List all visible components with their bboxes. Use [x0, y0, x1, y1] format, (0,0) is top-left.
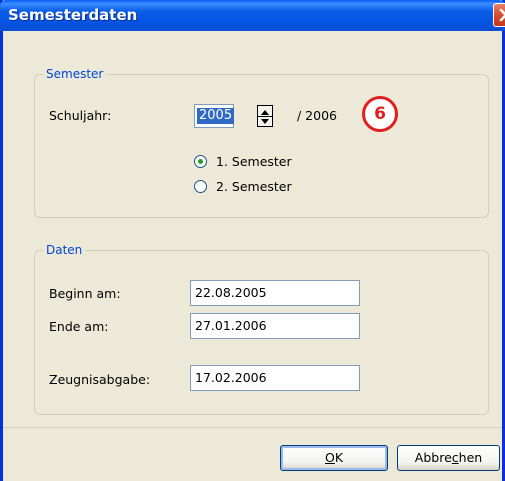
- step-badge: 6: [362, 96, 398, 132]
- radio-selected-dot: [198, 159, 203, 164]
- footer-divider: [3, 427, 502, 428]
- semester-2-radio[interactable]: [194, 180, 207, 193]
- cancel-label-suffix: hen: [458, 450, 483, 465]
- ende-label: Ende am:: [49, 319, 109, 334]
- semester-group: Semester: [34, 67, 489, 218]
- year-end-label: / 2006: [297, 108, 337, 123]
- schuljahr-label: Schuljahr:: [49, 108, 112, 123]
- semester-1-radio[interactable]: [194, 155, 207, 168]
- window-title: Semesterdaten: [8, 6, 138, 24]
- ok-button[interactable]: OK: [280, 445, 388, 471]
- ende-date-field[interactable]: 27.01.2006: [190, 313, 360, 339]
- close-button[interactable]: [493, 3, 505, 27]
- cancel-label-prefix: Abbre: [414, 450, 452, 465]
- close-icon: [499, 8, 505, 22]
- semester-1-label[interactable]: 1. Semester: [216, 154, 292, 169]
- cancel-mnemonic: c: [451, 450, 459, 465]
- title-bar[interactable]: Semesterdaten: [0, 0, 505, 31]
- zeugnisabgabe-label: Zeugnisabgabe:: [49, 372, 151, 387]
- semesterdaten-dialog: Semesterdaten Semester Schuljahr: 2005 /…: [0, 0, 505, 481]
- spin-down-button[interactable]: [258, 116, 272, 126]
- semester-legend: Semester: [46, 67, 104, 81]
- ok-mnemonic: O: [324, 450, 335, 465]
- beginn-label: Beginn am:: [49, 286, 121, 301]
- zeugnisabgabe-date-field[interactable]: 17.02.2006: [190, 365, 360, 391]
- year-spinner-input[interactable]: 2005: [194, 104, 235, 128]
- daten-legend: Daten: [46, 243, 83, 257]
- semester-2-label[interactable]: 2. Semester: [216, 179, 292, 194]
- beginn-date-field[interactable]: 22.08.2005: [190, 280, 360, 306]
- year-spinner-buttons[interactable]: [257, 105, 273, 127]
- cancel-button[interactable]: Abbrechen: [397, 445, 500, 471]
- arrow-down-icon: [261, 119, 269, 124]
- year-start-value: 2005: [197, 108, 235, 124]
